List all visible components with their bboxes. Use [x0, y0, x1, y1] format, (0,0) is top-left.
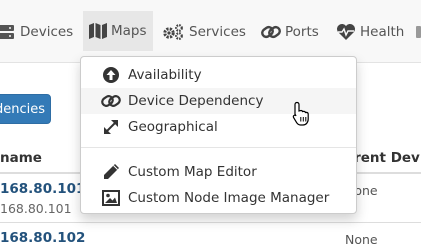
table-row-hostname[interactable]: 168.80.102 [0, 230, 85, 246]
expand-arrows-icon [100, 118, 122, 136]
table-row-parent: None [345, 232, 378, 247]
nav-health-label: Health [360, 24, 405, 40]
nav-services-label: Services [189, 24, 246, 40]
nav-devices-label: Devices [20, 24, 74, 40]
menu-item-custom-map-editor[interactable]: Custom Map Editor [81, 159, 356, 185]
dependencies-button[interactable]: dencies [0, 94, 51, 124]
menu-item-label: Device Dependency [128, 93, 264, 109]
heartbeat-icon [336, 23, 356, 41]
server-icon [0, 24, 16, 40]
table-row-ip: 168.80.101 [0, 201, 72, 216]
menu-item-label: Custom Node Image Manager [128, 190, 330, 206]
link-icon [261, 24, 281, 40]
menu-item-device-dependency[interactable]: Device Dependency [81, 88, 356, 114]
pencil-icon [100, 163, 122, 181]
nav-health[interactable]: Health [336, 18, 404, 46]
hand-pointer-cursor-icon [292, 101, 310, 127]
menu-item-custom-node-image-manager[interactable]: Custom Node Image Manager [81, 185, 356, 211]
nav-maps-label: Maps [111, 23, 147, 39]
column-header-name: name [0, 150, 42, 166]
image-icon [100, 189, 122, 207]
table-row-divider [0, 222, 421, 223]
menu-item-geographical[interactable]: Geographical [81, 114, 356, 140]
table-row-hostname[interactable]: 168.80.101 [0, 181, 85, 197]
cogs-icon [163, 24, 185, 40]
menu-item-label: Availability [128, 67, 202, 83]
nav-ports[interactable]: Ports [261, 18, 319, 46]
top-navbar: Devices Maps Services Ports Health [0, 0, 421, 63]
link-icon [100, 92, 122, 110]
map-icon [89, 23, 107, 39]
maps-dropdown-menu: Availability Device Dependency Geographi… [80, 56, 357, 214]
menu-item-availability[interactable]: Availability [81, 62, 356, 88]
nav-ports-label: Ports [285, 24, 319, 40]
menu-divider [81, 147, 356, 148]
nav-overflow-icon[interactable] [416, 22, 421, 42]
nav-services[interactable]: Services [163, 18, 246, 46]
nav-maps[interactable]: Maps [83, 11, 153, 51]
arrow-circle-up-icon [100, 66, 122, 84]
menu-item-label: Geographical [128, 119, 218, 135]
nav-devices[interactable]: Devices [0, 18, 73, 46]
menu-item-label: Custom Map Editor [128, 164, 257, 180]
